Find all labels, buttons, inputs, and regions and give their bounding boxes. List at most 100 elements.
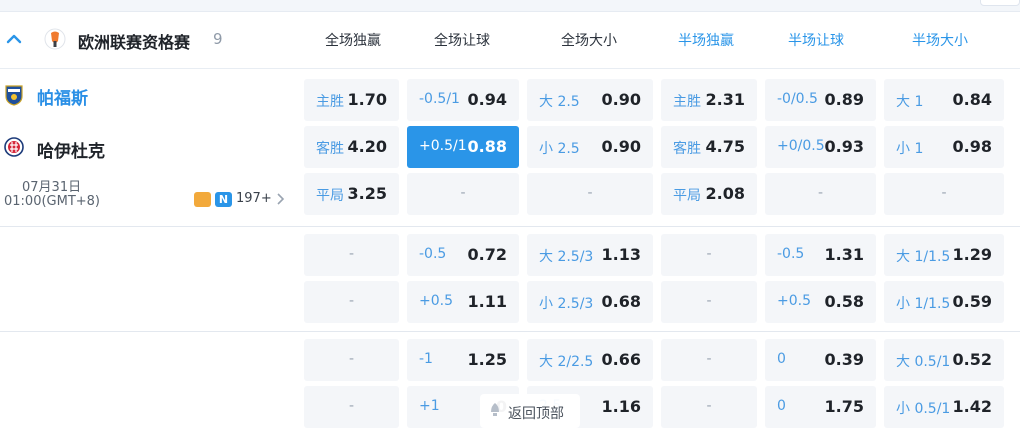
empty-odds-dash: -	[348, 246, 355, 262]
odds-cell-ft-ou[interactable]: 大 2.5 0.90	[527, 79, 653, 121]
empty-odds-dash: -	[348, 293, 355, 309]
odds-cell-ht-handicap[interactable]: +0/0.5 0.93	[765, 126, 876, 168]
odds-line-label: 大 2.5	[539, 94, 580, 110]
league-name[interactable]: 欧洲联赛资格赛	[78, 29, 190, 53]
odds-line-label: -1	[419, 351, 433, 367]
odds-cell-ht-1x2: -	[661, 386, 757, 428]
odds-line-label: +1	[419, 398, 440, 414]
odds-cell-ht-ou[interactable]: 大 1/1.5 1.29	[884, 234, 1004, 276]
odds-value: 0.93	[824, 137, 864, 156]
odds-cell-ht-ou: -	[884, 173, 1004, 215]
odds-cell-ht-handicap[interactable]: +0.5 0.58	[765, 281, 876, 323]
odds-cell-ht-handicap: -	[765, 173, 876, 215]
empty-odds-dash: -	[817, 185, 824, 201]
odds-line-label: 0	[777, 398, 786, 414]
pafos-crest-icon	[5, 85, 23, 106]
odds-value: 1.75	[824, 397, 864, 416]
odds-value: 0.39	[824, 350, 864, 369]
match-time: 01:00(GMT+8)	[4, 194, 101, 209]
odds-value: 0.52	[952, 350, 992, 369]
odds-line-label: 大 1	[896, 94, 924, 110]
odds-value: 0.58	[824, 292, 864, 311]
odds-cell-ht-ou[interactable]: 小 0.5/1 1.42	[884, 386, 1004, 428]
odds-cell-ft-handicap[interactable]: +0.5/1 0.88	[407, 126, 519, 168]
odds-line-label: +0.5/1	[419, 138, 467, 154]
odds-cell-ft-ou[interactable]: 小 2.5/3 0.68	[527, 281, 653, 323]
odds-line-label: 小 1/1.5	[896, 296, 951, 312]
empty-odds-dash: -	[348, 398, 355, 414]
team-home[interactable]: 帕福斯	[37, 84, 88, 109]
odds-cell-ht-ou[interactable]: 小 1 0.98	[884, 126, 1004, 168]
odds-cell-ft-ou[interactable]: 小 2.5 0.90	[527, 126, 653, 168]
group-divider	[0, 331, 1020, 332]
empty-odds-dash: -	[706, 398, 712, 414]
odds-value: 0.90	[601, 90, 641, 109]
odds-value: 1.29	[952, 245, 992, 264]
odds-cell-ht-handicap[interactable]: -0.5 1.31	[765, 234, 876, 276]
odds-cell-ht-ou[interactable]: 小 1/1.5 0.59	[884, 281, 1004, 323]
odds-cell-ft-ou: -	[527, 173, 653, 215]
odds-value: 0.59	[952, 292, 992, 311]
odds-cell-ft-handicap[interactable]: -0.5/1 0.94	[407, 79, 519, 121]
odds-line-label: 小 0.5/1	[896, 401, 951, 417]
odds-value: 3.25	[347, 184, 387, 203]
odds-line-label: 主胜	[673, 94, 701, 110]
odds-line-label: 大 0.5/1	[896, 354, 951, 370]
empty-odds-dash: -	[706, 351, 712, 367]
odds-cell-ft-1x2[interactable]: 平局 3.25	[304, 173, 399, 215]
odds-cell-ft-handicap[interactable]: -1 1.25	[407, 339, 519, 381]
odds-cell-ht-1x2[interactable]: 平局 2.08	[661, 173, 757, 215]
more-markets-link[interactable]: 197+	[236, 191, 272, 206]
odds-cell-ht-ou[interactable]: 大 1 0.84	[884, 79, 1004, 121]
empty-odds-dash: -	[941, 185, 947, 201]
odds-line-label: 0	[777, 351, 786, 367]
odds-cell-ht-handicap[interactable]: -0/0.5 0.89	[765, 79, 876, 121]
odds-value: 1.11	[467, 292, 507, 311]
odds-cell-ft-handicap[interactable]: +0.5 1.11	[407, 281, 519, 323]
odds-cell-ft-handicap[interactable]: -0.5 0.72	[407, 234, 519, 276]
odds-cell-ft-1x2: -	[304, 234, 399, 276]
odds-cell-ht-1x2[interactable]: 客胜 4.75	[661, 126, 757, 168]
odds-line-label: 小 1	[896, 141, 924, 157]
empty-odds-dash: -	[587, 185, 593, 201]
odds-cell-ft-1x2[interactable]: 主胜 1.70	[304, 79, 399, 121]
odds-value: 0.72	[467, 245, 507, 264]
odds-line-label: +0/0.5	[777, 138, 825, 154]
odds-line-label: 大 2/2.5	[539, 354, 594, 370]
video-icon[interactable]	[194, 192, 211, 207]
group-divider	[0, 226, 1020, 227]
empty-odds-dash: -	[706, 293, 712, 309]
odds-line-label: 大 2.5/3	[539, 249, 594, 265]
back-to-top-label: 返回顶部	[508, 406, 564, 422]
odds-cell-ht-1x2[interactable]: 主胜 2.31	[661, 79, 757, 121]
chevron-right-icon[interactable]	[275, 193, 285, 205]
match-date: 07月31日	[22, 180, 82, 195]
empty-odds-dash: -	[706, 246, 712, 262]
odds-cell-ft-1x2: -	[304, 386, 399, 428]
col-header-ht-handicap: 半场让球	[788, 33, 844, 49]
odds-cell-ht-handicap[interactable]: 0 0.39	[765, 339, 876, 381]
odds-value: 0.90	[601, 137, 641, 156]
hajduk-crest-icon	[4, 137, 24, 157]
col-header-ht-ou: 半场大小	[912, 33, 968, 49]
odds-cell-ht-handicap[interactable]: 0 1.75	[765, 386, 876, 428]
odds-line-label: -0.5/1	[419, 91, 460, 107]
top-right-chip[interactable]	[980, 0, 1020, 6]
odds-cell-ht-1x2: -	[661, 339, 757, 381]
odds-line-label: +0.5	[419, 293, 453, 309]
odds-cell-ft-ou[interactable]: 大 2/2.5 0.66	[527, 339, 653, 381]
chevron-up-icon[interactable]	[6, 31, 22, 47]
odds-cell-ft-ou[interactable]: 大 2.5/3 1.13	[527, 234, 653, 276]
odds-cell-ft-handicap: -	[407, 173, 519, 215]
odds-value: 0.66	[601, 350, 641, 369]
neutral-badge: N	[215, 192, 232, 207]
odds-cell-ft-1x2[interactable]: 客胜 4.20	[304, 126, 399, 168]
odds-cell-ft-1x2: -	[304, 339, 399, 381]
odds-value: 0.88	[467, 137, 507, 156]
team-away[interactable]: 哈伊杜克	[37, 137, 105, 162]
odds-value: 1.13	[601, 245, 641, 264]
odds-cell-ht-ou[interactable]: 大 0.5/1 0.52	[884, 339, 1004, 381]
odds-line-label: 平局	[673, 188, 701, 204]
odds-line-label: +0.5	[777, 293, 811, 309]
back-to-top-button[interactable]: 返回顶部	[480, 394, 580, 428]
